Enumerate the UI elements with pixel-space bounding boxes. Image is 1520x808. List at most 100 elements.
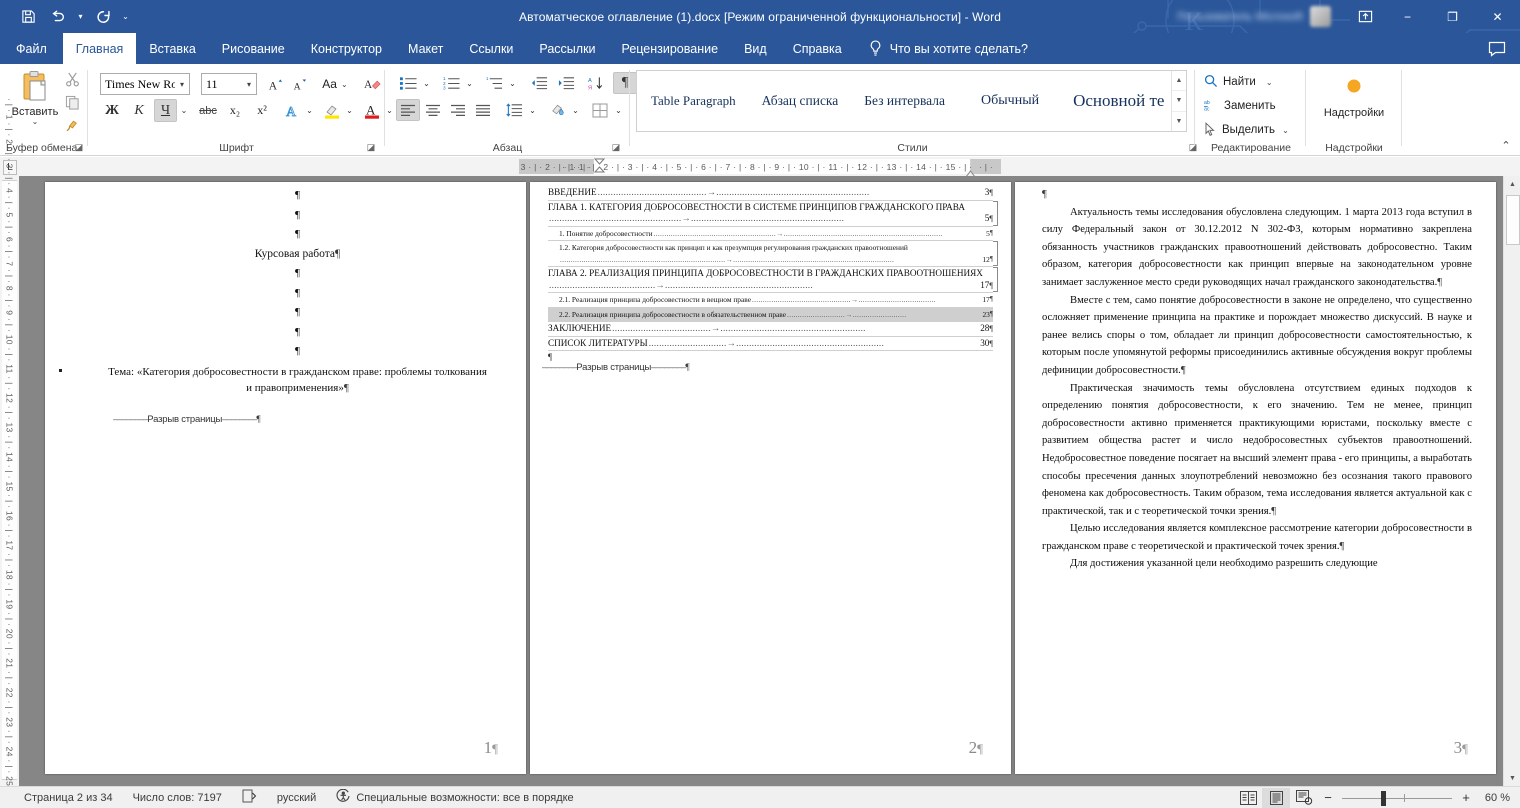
account-info[interactable]: Пользователь Microsoft — [1177, 6, 1331, 27]
toc-row[interactable]: 2.1. Реализация принципа добросовестност… — [548, 293, 993, 308]
cut-button[interactable] — [60, 68, 84, 90]
select-button[interactable]: Выделить ⌄ — [1204, 119, 1289, 141]
clipboard-dialog-launcher[interactable]: ◪ — [73, 141, 85, 153]
page-indicator[interactable]: Страница 2 из 34 — [0, 787, 123, 808]
justify-button[interactable] — [471, 99, 495, 121]
tell-me-search[interactable]: Что вы хотите сделать? — [855, 33, 1028, 64]
table-of-contents[interactable]: ВВЕДЕНИЕ ...............................… — [542, 186, 998, 373]
increase-font-size-button[interactable]: A — [264, 73, 286, 95]
format-painter-button[interactable] — [60, 114, 84, 136]
addins-button[interactable]: Надстройки — [1320, 78, 1388, 119]
style-list-paragraph[interactable]: Абзац списка — [756, 71, 845, 131]
font-size-dropdown-icon[interactable]: ▾ — [242, 80, 256, 89]
font-name-dropdown-icon[interactable]: ▾ — [175, 80, 189, 89]
font-color-button[interactable]: A — [360, 99, 383, 122]
toc-row[interactable]: ГЛАВА 1. КАТЕГОРИЯ ДОБРОСОВЕСТНОСТИ В СИ… — [548, 200, 998, 227]
line-spacing-button[interactable] — [502, 99, 526, 121]
restore-button[interactable]: ❐ — [1430, 0, 1475, 33]
styles-scroll-up-icon[interactable]: ▲ — [1172, 71, 1186, 92]
minimize-button[interactable]: − — [1385, 0, 1430, 33]
scroll-up-icon[interactable]: ▲ — [1505, 176, 1520, 192]
strikethrough-button[interactable]: abc — [196, 99, 220, 122]
numbered-list-dropdown-icon[interactable]: ⌄ — [463, 72, 476, 94]
customize-qat-icon[interactable]: ⌄ — [119, 4, 132, 30]
multilevel-list-button[interactable]: 1 — [482, 72, 506, 94]
borders-dropdown-icon[interactable]: ⌄ — [612, 99, 625, 121]
bulleted-list-dropdown-icon[interactable]: ⌄ — [420, 72, 433, 94]
tab-design[interactable]: Конструктор — [298, 33, 395, 64]
decrease-font-size-button[interactable]: A — [288, 73, 310, 95]
vertical-scrollbar[interactable]: ▲ ▼ — [1503, 176, 1520, 786]
document-canvas[interactable]: ¶ ¶ ¶ Курсовая работа¶ ¶ ¶ ¶ ¶ ¶ Тема: «… — [19, 176, 1503, 786]
copy-button[interactable] — [60, 91, 84, 113]
paste-button[interactable]: Вставить ⌄ — [6, 70, 64, 126]
superscript-button[interactable]: x² — [250, 99, 274, 122]
tab-insert[interactable]: Вставка — [136, 33, 208, 64]
tab-view[interactable]: Вид — [731, 33, 780, 64]
text-effects-button[interactable]: A — [281, 99, 303, 122]
save-icon[interactable] — [14, 4, 42, 30]
avatar[interactable] — [1310, 6, 1331, 27]
page1-topic-paragraph[interactable]: Тема: «Категория добросовестности в граж… — [59, 364, 490, 396]
font-name-combobox[interactable]: Times New Rom ▾ — [100, 73, 190, 95]
scroll-down-icon[interactable]: ▼ — [1505, 770, 1520, 786]
clear-formatting-button[interactable]: A — [360, 73, 384, 95]
style-no-spacing[interactable]: Без интервала — [858, 71, 951, 131]
font-dialog-launcher[interactable]: ◪ — [365, 141, 377, 153]
font-size-combobox[interactable]: 11 ▾ — [201, 73, 257, 95]
page3-content[interactable]: ¶ Актуальность темы исследования обуслов… — [1042, 186, 1472, 573]
toc-row[interactable]: СПИСОК ЛИТЕРАТУРЫ ......................… — [548, 337, 993, 351]
bulleted-list-button[interactable] — [396, 72, 420, 94]
undo-icon[interactable] — [44, 4, 72, 30]
horizontal-ruler[interactable]: 3 · | · 2 · | · 1 · | · · | · 1 · | · 2 … — [0, 157, 1520, 178]
tab-references[interactable]: Ссылки — [456, 33, 526, 64]
close-button[interactable]: ✕ — [1475, 0, 1520, 33]
find-dropdown-icon[interactable]: ⌄ — [1266, 78, 1273, 87]
shading-dropdown-icon[interactable]: ⌄ — [569, 99, 582, 121]
numbered-list-button[interactable]: 123 — [439, 72, 463, 94]
align-center-button[interactable] — [421, 99, 445, 121]
proofing-status-button[interactable] — [232, 787, 267, 808]
redo-icon[interactable] — [89, 4, 117, 30]
read-mode-view-button[interactable] — [1234, 788, 1262, 808]
paste-dropdown-icon[interactable]: ⌄ — [32, 118, 39, 126]
toc-row[interactable]: ГЛАВА 2. РЕАЛИЗАЦИЯ ПРИНЦИПА ДОБРОСОВЕСТ… — [548, 267, 998, 293]
page1-content[interactable]: ¶ ¶ ¶ Курсовая работа¶ ¶ ¶ ¶ ¶ ¶ Тема: «… — [59, 186, 490, 425]
replace-button[interactable]: ab ac Заменить — [1204, 95, 1276, 117]
zoom-slider-thumb[interactable] — [1381, 790, 1386, 806]
change-case-dropdown-icon[interactable]: ⌄ — [341, 80, 348, 89]
comments-icon[interactable] — [1486, 38, 1508, 60]
multilevel-list-dropdown-icon[interactable]: ⌄ — [506, 72, 519, 94]
style-body-text[interactable]: Основной те — [1067, 71, 1170, 131]
toc-row[interactable]: ВВЕДЕНИЕ ...............................… — [548, 186, 993, 201]
web-layout-view-button[interactable] — [1290, 788, 1318, 808]
zoom-in-button[interactable]: + — [1456, 790, 1476, 805]
zoom-level-label[interactable]: 60 % — [1476, 792, 1520, 804]
subscript-button[interactable]: x₂ — [223, 99, 247, 122]
tab-layout[interactable]: Макет — [395, 33, 456, 64]
document-page-2[interactable]: ВВЕДЕНИЕ ...............................… — [530, 182, 1011, 774]
styles-gallery-scroll[interactable]: ▲ ▼ ▼ — [1171, 71, 1186, 131]
print-layout-view-button[interactable] — [1262, 787, 1290, 808]
tab-draw[interactable]: Рисование — [209, 33, 298, 64]
text-highlight-color-button[interactable] — [320, 99, 343, 122]
collapse-ribbon-button[interactable]: ⌃ — [1498, 138, 1514, 152]
toc-row[interactable]: 1. Понятие добросовестности ............… — [548, 227, 993, 241]
align-right-button[interactable] — [446, 99, 470, 121]
toc-row-selected[interactable]: 2.2. Реализация принципа добросовестност… — [548, 307, 993, 322]
language-indicator[interactable]: русский — [267, 787, 326, 808]
zoom-out-button[interactable]: − — [1318, 790, 1338, 805]
underline-button[interactable]: Ч — [154, 99, 177, 122]
italic-button[interactable]: К — [127, 99, 151, 122]
tab-home[interactable]: Главная — [62, 33, 137, 64]
borders-button[interactable] — [588, 99, 612, 121]
scrollbar-thumb[interactable] — [1506, 195, 1520, 245]
undo-dropdown-icon[interactable]: ▾ — [74, 4, 87, 30]
vertical-ruler[interactable]: · | · 1 · | · 2 · | · 3 · | · 4 · | · 5 … — [0, 98, 19, 808]
tab-mailings[interactable]: Рассылки — [526, 33, 608, 64]
styles-scroll-down-icon[interactable]: ▼ — [1172, 91, 1186, 112]
zoom-slider[interactable] — [1338, 787, 1456, 808]
toc-row[interactable]: ЗАКЛЮЧЕНИЕ .............................… — [548, 322, 993, 337]
document-page-1[interactable]: ¶ ¶ ¶ Курсовая работа¶ ¶ ¶ ¶ ¶ ¶ Тема: «… — [45, 182, 526, 774]
line-spacing-dropdown-icon[interactable]: ⌄ — [526, 99, 539, 121]
